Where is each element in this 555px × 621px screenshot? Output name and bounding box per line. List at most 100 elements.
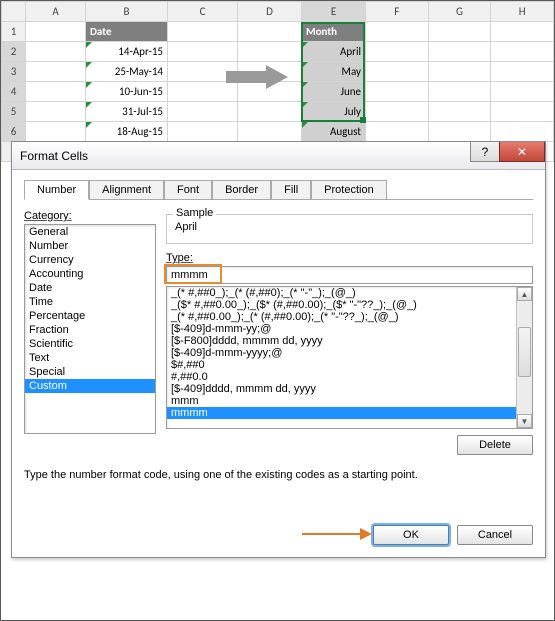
col-header[interactable]: E [302, 2, 366, 22]
cell[interactable] [428, 82, 491, 102]
category-listbox[interactable]: General Number Currency Accounting Date … [24, 224, 156, 434]
cell[interactable] [168, 42, 238, 62]
cell[interactable] [238, 42, 302, 62]
col-header[interactable]: F [366, 2, 429, 22]
close-button[interactable]: ✕ [499, 142, 545, 162]
col-header[interactable]: H [491, 2, 554, 22]
category-item[interactable]: Date [25, 281, 155, 295]
format-item[interactable]: _($* #,##0.00_);_($* (#,##0.00);_($* "-"… [167, 299, 516, 311]
cell[interactable] [491, 22, 554, 42]
col-header[interactable]: B [86, 2, 168, 22]
tab-border[interactable]: Border [212, 180, 271, 200]
ok-button[interactable]: OK [373, 525, 449, 545]
format-item[interactable]: [$-409]d-mmm-yy;@ [167, 323, 516, 335]
row-header[interactable]: 3 [2, 62, 26, 82]
row-header[interactable]: 6 [2, 122, 26, 142]
col-header[interactable]: D [238, 2, 302, 22]
cell[interactable] [238, 122, 302, 142]
category-item[interactable]: Fraction [25, 323, 155, 337]
row-header[interactable]: 5 [2, 102, 26, 122]
cell[interactable] [366, 22, 429, 42]
cell-date[interactable]: 31-Jul-15 [86, 102, 168, 122]
col-header[interactable]: G [428, 2, 491, 22]
tab-fill[interactable]: Fill [271, 180, 311, 200]
scroll-down-icon[interactable]: ▼ [517, 414, 532, 428]
scroll-thumb[interactable] [518, 327, 531, 377]
row-header[interactable]: 2 [2, 42, 26, 62]
cell[interactable] [26, 62, 86, 82]
category-item[interactable]: Accounting [25, 267, 155, 281]
format-item-selected[interactable]: mmmm [167, 407, 516, 419]
cell[interactable] [238, 22, 302, 42]
cell-month[interactable]: June [302, 82, 366, 102]
type-input[interactable] [166, 266, 533, 284]
cell[interactable] [26, 82, 86, 102]
format-item[interactable]: $#,##0 [167, 359, 516, 371]
category-item[interactable]: Time [25, 295, 155, 309]
cell-month[interactable]: July [302, 102, 366, 122]
cell[interactable] [491, 102, 554, 122]
cell[interactable] [491, 122, 554, 142]
cell-date[interactable]: 10-Jun-15 [86, 82, 168, 102]
category-item[interactable]: Special [25, 365, 155, 379]
scroll-up-icon[interactable]: ▲ [517, 287, 532, 301]
cell[interactable] [168, 122, 238, 142]
format-item[interactable]: [$-409]d-mmm-yyyy;@ [167, 347, 516, 359]
format-item[interactable]: [$-409]dddd, mmmm dd, yyyy [167, 383, 516, 395]
cell[interactable] [366, 62, 429, 82]
cell[interactable] [491, 42, 554, 62]
cell-month[interactable]: August [302, 122, 366, 142]
cell[interactable] [26, 42, 86, 62]
cell[interactable] [428, 22, 491, 42]
cell[interactable] [366, 42, 429, 62]
cell[interactable] [366, 102, 429, 122]
format-item[interactable]: _(* #,##0.00_);_(* (#,##0.00);_(* "-"??_… [167, 311, 516, 323]
category-item[interactable]: Text [25, 351, 155, 365]
cell[interactable] [428, 122, 491, 142]
category-item[interactable]: Currency [25, 253, 155, 267]
category-item[interactable]: Percentage [25, 309, 155, 323]
format-item[interactable]: [$-F800]dddd, mmmm dd, yyyy [167, 335, 516, 347]
category-item[interactable]: Scientific [25, 337, 155, 351]
col-header[interactable]: C [168, 2, 238, 22]
format-item[interactable]: #,##0.0 [167, 371, 516, 383]
tab-number[interactable]: Number [24, 180, 89, 200]
cell[interactable] [366, 122, 429, 142]
cell-header-date[interactable]: Date [86, 22, 168, 42]
cell[interactable] [491, 82, 554, 102]
category-item[interactable]: General [25, 225, 155, 239]
category-item-selected[interactable]: Custom [25, 379, 155, 393]
dialog-titlebar[interactable]: Format Cells ? ✕ [12, 142, 545, 170]
format-item[interactable]: _(* #,##0_);_(* (#,##0);_(* "-"_);_(@_) [167, 287, 516, 299]
cell[interactable] [26, 22, 86, 42]
cell[interactable] [238, 102, 302, 122]
cell[interactable] [26, 122, 86, 142]
tab-protection[interactable]: Protection [311, 180, 387, 200]
scrollbar[interactable]: ▲ ▼ [516, 287, 532, 428]
cell[interactable] [366, 82, 429, 102]
format-item[interactable]: mmm [167, 395, 516, 407]
cell-month[interactable]: May [302, 62, 366, 82]
delete-button[interactable]: Delete [457, 435, 533, 455]
cell-date[interactable]: 14-Apr-15 [86, 42, 168, 62]
tab-alignment[interactable]: Alignment [89, 180, 164, 200]
format-listbox[interactable]: _(* #,##0_);_(* (#,##0);_(* "-"_);_(@_) … [166, 286, 533, 429]
cell[interactable] [428, 62, 491, 82]
cell-month[interactable]: April [302, 42, 366, 62]
cell[interactable] [168, 22, 238, 42]
cell-date[interactable]: 25-May-14 [86, 62, 168, 82]
col-header[interactable]: A [26, 2, 86, 22]
category-item[interactable]: Number [25, 239, 155, 253]
row-header[interactable]: 4 [2, 82, 26, 102]
cell[interactable] [491, 62, 554, 82]
tab-font[interactable]: Font [164, 180, 212, 200]
help-button[interactable]: ? [470, 142, 500, 162]
cell-header-month[interactable]: Month [302, 22, 366, 42]
cell-date[interactable]: 18-Aug-15 [86, 122, 168, 142]
cancel-button[interactable]: Cancel [457, 525, 533, 545]
select-all-corner[interactable] [2, 2, 26, 22]
cell[interactable] [428, 42, 491, 62]
cell[interactable] [168, 102, 238, 122]
cell[interactable] [428, 102, 491, 122]
cell[interactable] [26, 102, 86, 122]
